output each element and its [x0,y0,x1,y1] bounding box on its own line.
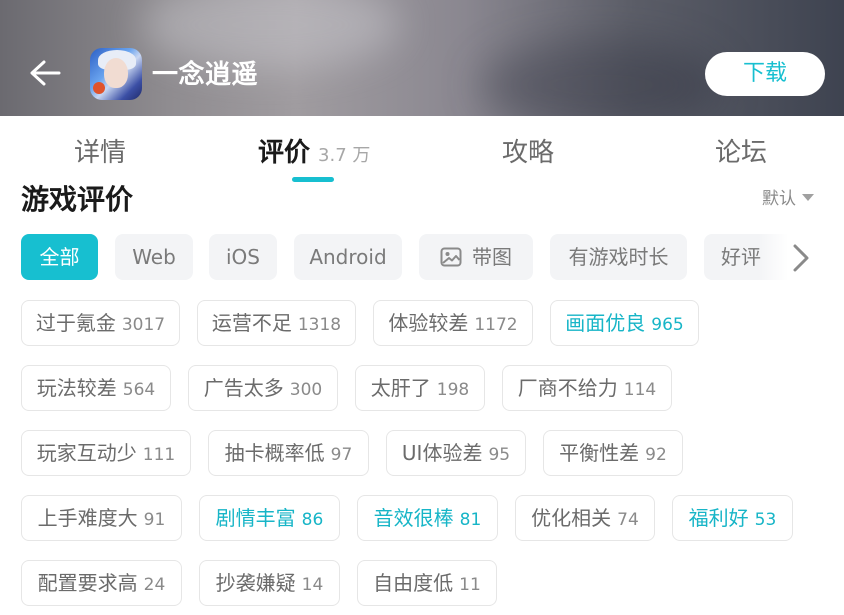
review-tag[interactable]: 玩家互动少 111 [21,430,191,476]
filter-label: Android [309,245,387,269]
review-tag[interactable]: 优化相关 74 [515,495,655,541]
tab-forum[interactable]: 论坛 [715,136,767,170]
tab-label: 论坛 [715,138,768,168]
review-tag[interactable]: 福利好 53 [672,495,793,541]
download-button[interactable]: 下载 [705,52,825,96]
filter-label: 带图 [472,245,512,269]
tag-count: 97 [330,445,353,465]
tag-count: 114 [623,380,657,400]
tag-count: 92 [645,445,667,465]
tag-count: 1318 [297,315,342,335]
tag-count: 3017 [121,315,166,335]
review-count: 3.7 万 [318,145,371,166]
tab-label: 评价 [258,138,311,168]
tag-label: 福利好 [688,506,749,530]
tag-label: 厂商不给力 [517,376,618,400]
tag-count: 300 [289,380,323,400]
tag-count: 111 [142,445,176,465]
filter-android[interactable]: Android [294,234,402,280]
tag-label: 体验较差 [388,311,469,335]
review-tag[interactable]: 平衡性差 92 [543,430,683,476]
tag-label: 太肝了 [370,376,431,400]
tag-label: 配置要求高 [37,571,138,595]
tab-guides[interactable]: 攻略 [502,136,554,170]
tag-count: 95 [488,445,511,465]
sort-label: 默认 [762,189,796,209]
filter-playtime[interactable]: 有游戏时长 [550,234,687,280]
tag-label: 剧情丰富 [215,506,296,530]
filter-label: Web [132,245,176,269]
tab-details[interactable]: 详情 [74,136,126,170]
tag-label: 自由度低 [373,571,454,595]
tag-count: 53 [754,510,777,530]
filter-scroll-right-button[interactable] [790,242,812,274]
tag-count: 81 [459,510,482,530]
tag-count: 965 [651,315,684,335]
tag-label: 抽卡概率低 [224,441,325,465]
app-title: 一念逍遥 [152,60,259,90]
review-tag[interactable]: 自由度低 11 [357,560,497,606]
tag-count: 198 [436,380,470,400]
review-tag[interactable]: 体验较差 1172 [373,300,533,346]
tag-count: 74 [617,510,639,530]
filter-label: 有游戏时长 [568,245,669,269]
tag-label: UI体验差 [401,441,483,465]
filter-with-images[interactable]: 带图 [419,234,533,280]
tag-label: 上手难度大 [37,506,138,530]
tag-label: 音效很棒 [373,506,454,530]
filter-web[interactable]: Web [115,234,193,280]
tag-count: 11 [459,575,481,595]
caret-down-icon [802,194,814,201]
tag-label: 玩家互动少 [36,441,137,465]
review-tag[interactable]: 配置要求高 24 [21,560,182,606]
arrow-left-icon [30,60,61,86]
filter-bar: 全部 Web iOS Android 带图 有游戏时长 好评 [21,234,821,280]
filter-all[interactable]: 全部 [21,234,98,280]
section-title: 游戏评价 [21,183,134,216]
review-tag[interactable]: 抄袭嫌疑 14 [199,560,340,606]
review-tag[interactable]: 上手难度大 91 [21,495,182,541]
review-tag[interactable]: 音效很棒 81 [357,495,498,541]
filter-label: 全部 [39,245,80,269]
tab-bar: 详情 评价 3.7 万 攻略 论坛 [0,116,844,182]
image-icon [440,247,462,267]
tag-count: 86 [301,510,324,530]
review-tag[interactable]: 剧情丰富 86 [199,495,340,541]
tag-label: 广告太多 [203,376,284,400]
tag-label: 运营不足 [211,311,292,335]
app-icon [90,48,142,100]
tag-count: 14 [301,575,324,595]
tab-label: 攻略 [502,138,555,168]
review-tag[interactable]: 抽卡概率低 97 [208,430,369,476]
active-tab-indicator [292,177,334,182]
review-tag[interactable]: 太肝了 198 [355,365,485,411]
filter-ios[interactable]: iOS [209,234,277,280]
review-tag[interactable]: 玩法较差 564 [21,365,171,411]
tab-label: 详情 [74,138,127,168]
header-background-blur [480,40,720,116]
tag-label: 画面优良 [565,311,646,335]
review-tag[interactable]: 画面优良 965 [550,300,699,346]
tab-reviews[interactable]: 评价 3.7 万 [258,136,370,173]
tag-label: 过于氪金 [35,311,116,335]
chevron-right-icon [793,244,809,272]
tag-count: 1172 [474,315,518,335]
filter-label: 好评 [721,245,761,269]
tag-label: 优化相关 [531,506,612,530]
filter-label: iOS [226,245,260,269]
review-tag[interactable]: 过于氪金 3017 [21,300,180,346]
sort-dropdown[interactable]: 默认 [762,188,814,210]
review-tag[interactable]: 厂商不给力 114 [502,365,672,411]
tag-label: 抄袭嫌疑 [215,571,296,595]
review-tag[interactable]: UI体验差 95 [386,430,526,476]
tag-label: 玩法较差 [36,376,117,400]
tag-label: 平衡性差 [559,441,640,465]
review-tag[interactable]: 运营不足 1318 [197,300,356,346]
tag-count: 91 [143,510,166,530]
review-tag[interactable]: 广告太多 300 [188,365,338,411]
back-button[interactable] [28,58,62,88]
tag-count: 24 [143,575,166,595]
tag-count: 564 [122,380,156,400]
